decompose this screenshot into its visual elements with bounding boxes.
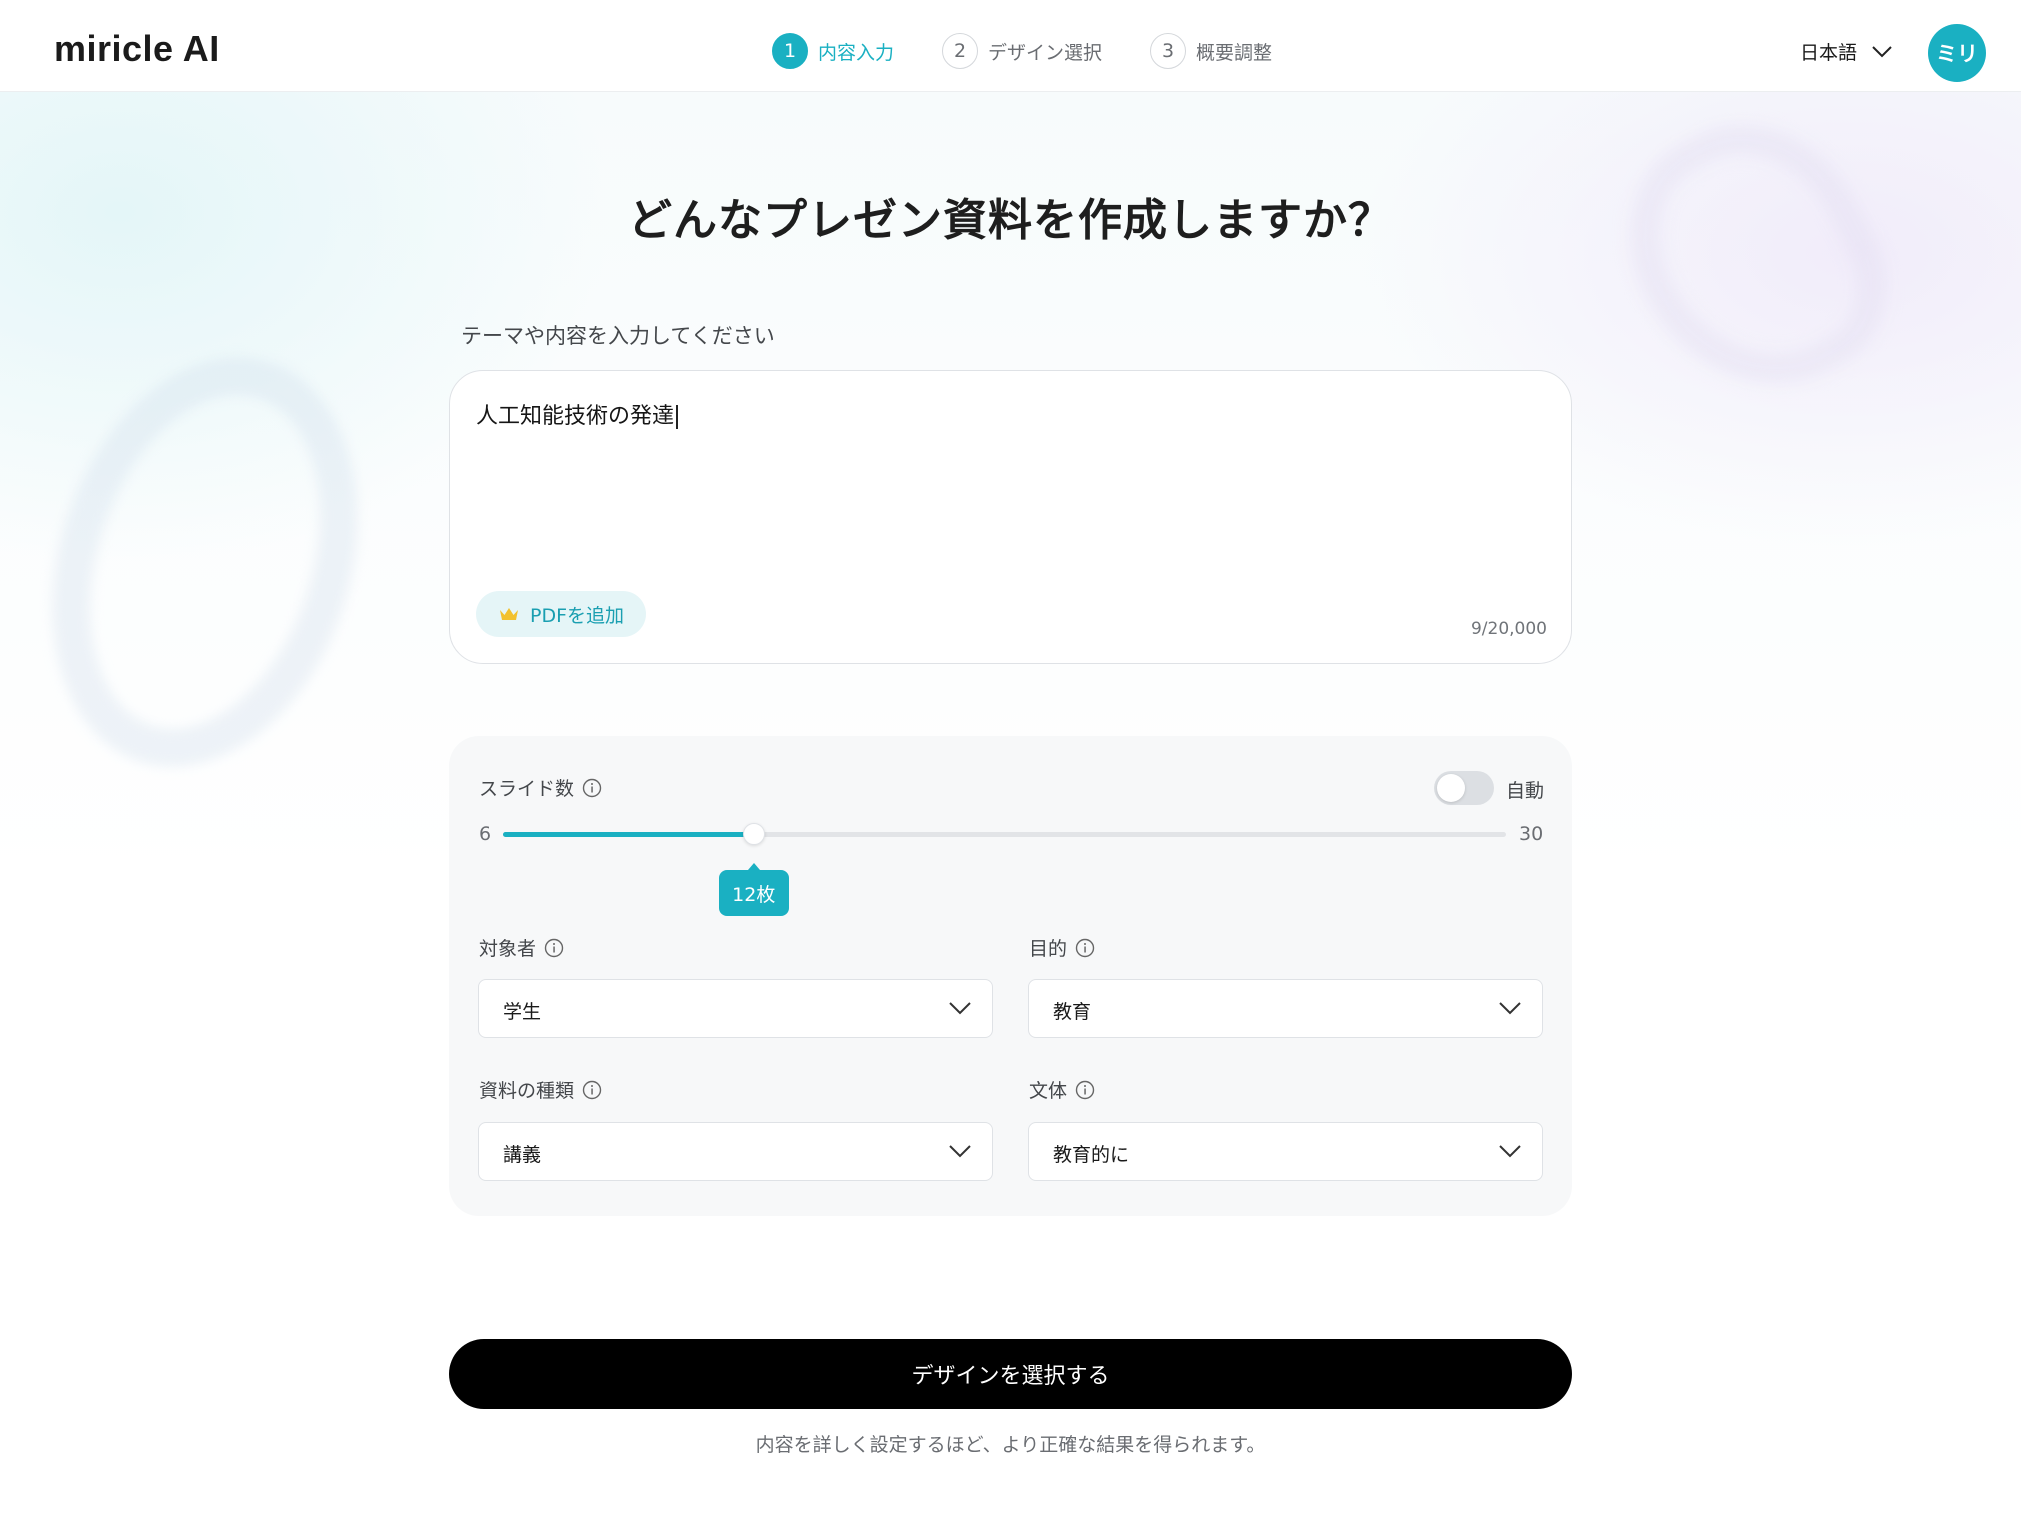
step-outline-adjust[interactable]: 3 概要調整	[1150, 33, 1272, 69]
step-label: 内容入力	[818, 41, 895, 64]
slider-fill	[503, 832, 754, 837]
audience-value: 学生	[503, 1001, 542, 1023]
audience-field-label: 対象者	[479, 934, 564, 961]
prompt-label: テーマや内容を入力してください	[461, 324, 775, 348]
user-avatar[interactable]: ミリ	[1928, 24, 1986, 82]
slides-value-bubble: 12枚	[718, 863, 789, 916]
slides-slider[interactable]	[503, 823, 1506, 845]
chevron-down-icon	[1499, 1145, 1521, 1158]
slider-thumb[interactable]	[742, 823, 765, 845]
language-selector[interactable]: 日本語	[1800, 38, 1893, 65]
step-design-select[interactable]: 2 デザイン選択	[942, 33, 1102, 69]
top-header: miricle AI 1 内容入力 2 デザイン選択 3 概要調整 日本語 ミリ	[0, 0, 2021, 92]
step-indicator: 1 内容入力 2 デザイン選択 3 概要調整	[772, 32, 1320, 70]
add-pdf-label: PDFを追加	[529, 604, 625, 627]
style-value: 教育的に	[1053, 1144, 1130, 1166]
app-logo[interactable]: miricle AI	[54, 28, 220, 70]
auto-label: 自動	[1506, 780, 1545, 802]
audience-label: 対象者	[479, 938, 537, 960]
slides-label: スライド数	[479, 778, 575, 800]
slider-min-label: 6	[479, 823, 492, 845]
char-counter: 9/20,000	[1470, 619, 1547, 639]
page-title: どんなプレゼン資料を作成しますか？	[628, 195, 1393, 246]
text-caret	[676, 405, 678, 429]
step-label: デザイン選択	[988, 41, 1103, 64]
step-content-input[interactable]: 1 内容入力	[772, 33, 894, 69]
chevron-down-icon	[1499, 1002, 1521, 1015]
style-select[interactable]: 教育的に	[1028, 1122, 1543, 1181]
prompt-text: 人工知能技術の発達	[476, 398, 678, 430]
purpose-label: 目的	[1029, 938, 1068, 960]
step-number: 3	[1150, 33, 1187, 69]
step-number: 2	[942, 33, 979, 69]
chevron-down-icon	[949, 1002, 971, 1015]
settings-panel: スライド数 自動 6 30 12枚 対象者 学生 目的 教育 資料の種類 講義 …	[449, 736, 1572, 1216]
add-pdf-button[interactable]: PDFを追加	[476, 591, 646, 637]
slider-max-label: 30	[1519, 823, 1544, 845]
info-icon[interactable]	[1075, 1080, 1095, 1100]
info-icon[interactable]	[544, 938, 564, 958]
decorative-ribbon-right	[1590, 92, 1920, 431]
chevron-down-icon	[949, 1145, 971, 1158]
prompt-textarea[interactable]: 人工知能技術の発達 PDFを追加 9/20,000	[449, 370, 1572, 664]
language-label: 日本語	[1800, 42, 1858, 64]
info-icon[interactable]	[582, 778, 602, 798]
toggle-knob	[1437, 774, 1465, 802]
audience-select[interactable]: 学生	[478, 979, 993, 1038]
auto-slides-toggle[interactable]	[1434, 771, 1494, 805]
hint-text: 内容を詳しく設定するほど、より正確な結果を得られます。	[755, 1434, 1266, 1456]
step-number: 1	[772, 33, 808, 69]
crown-icon	[499, 608, 518, 620]
slides-field-label: スライド数	[479, 774, 602, 801]
style-label: 文体	[1029, 1080, 1068, 1102]
decorative-ribbon	[2, 317, 408, 807]
purpose-select[interactable]: 教育	[1028, 979, 1543, 1038]
purpose-value: 教育	[1053, 1001, 1092, 1023]
doc-type-select[interactable]: 講義	[478, 1122, 993, 1181]
doc-type-label: 資料の種類	[479, 1080, 575, 1102]
step-label: 概要調整	[1196, 41, 1273, 64]
info-icon[interactable]	[1075, 938, 1095, 958]
info-icon[interactable]	[582, 1080, 602, 1100]
doc-type-value: 講義	[503, 1144, 542, 1166]
doc-type-field-label: 資料の種類	[479, 1076, 602, 1103]
purpose-field-label: 目的	[1029, 934, 1095, 961]
style-field-label: 文体	[1029, 1076, 1095, 1103]
select-design-button[interactable]: デザインを選択する	[449, 1339, 1572, 1409]
chevron-down-icon	[1872, 45, 1892, 57]
